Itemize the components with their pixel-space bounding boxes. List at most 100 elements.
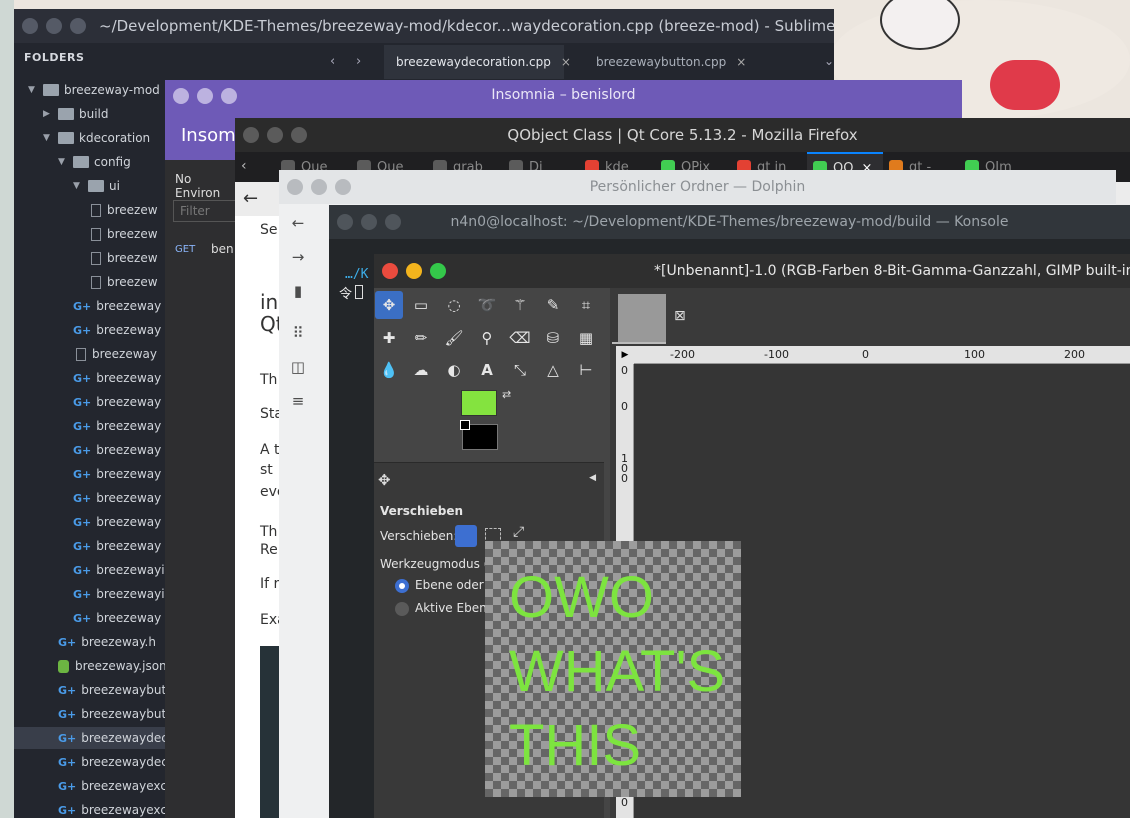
bucket-fill-icon[interactable]: ⛁ bbox=[539, 324, 567, 352]
measure-icon[interactable]: △ bbox=[539, 356, 567, 384]
tree-item[interactable]: ▼ config bbox=[14, 151, 167, 173]
dolphin-titlebar[interactable]: Persönlicher Ordner — Dolphin bbox=[279, 170, 1116, 204]
paths-icon[interactable]: ⤡ bbox=[506, 356, 534, 384]
tree-item[interactable]: breezeway.json bbox=[14, 655, 167, 677]
bookmark-icon[interactable]: ▮ bbox=[289, 282, 307, 300]
close-icon[interactable]: × bbox=[561, 55, 571, 69]
tree-item[interactable]: G+ breezewaybut bbox=[14, 703, 167, 725]
align-icon[interactable]: ⊢ bbox=[572, 356, 600, 384]
tree-item[interactable]: breezew bbox=[14, 223, 167, 245]
filter-input[interactable]: Filter bbox=[173, 200, 243, 222]
default-colors-icon[interactable] bbox=[460, 420, 470, 430]
tree-item[interactable]: breezeway bbox=[14, 343, 167, 365]
expanded-arrow-icon[interactable]: ▼ bbox=[43, 133, 55, 143]
ellipse-select-icon[interactable]: ◌ bbox=[440, 291, 468, 319]
konsole-titlebar[interactable]: n4n0@localhost: ~/Development/KDE-Themes… bbox=[329, 205, 1130, 239]
expanded-arrow-icon[interactable]: ▼ bbox=[58, 157, 70, 167]
expanded-arrow-icon[interactable]: ▼ bbox=[28, 85, 40, 95]
clone-icon[interactable]: ⚲ bbox=[473, 324, 501, 352]
tree-item[interactable]: G+ breezewayexc bbox=[14, 799, 167, 818]
insomnia-titlebar[interactable]: Insomnia – benislord bbox=[165, 80, 962, 111]
maximize-button[interactable] bbox=[70, 18, 86, 34]
move-tool-icon[interactable]: ✥ bbox=[375, 291, 403, 319]
text-tool-icon[interactable]: A bbox=[473, 356, 501, 384]
close-icon[interactable]: × bbox=[736, 55, 746, 69]
tree-item[interactable]: G+ breezeway bbox=[14, 295, 167, 317]
move-tool-tab-icon[interactable]: ✥ bbox=[378, 471, 400, 493]
tree-item[interactable]: ▶ build bbox=[14, 103, 167, 125]
tree-item[interactable]: breezew bbox=[14, 271, 167, 293]
gimp-titlebar[interactable]: *[Unbenannt]-1.0 (RGB-Farben 8-Bit-Gamma… bbox=[374, 254, 1130, 288]
minimize-button[interactable] bbox=[406, 263, 422, 279]
collapsed-arrow-icon[interactable]: ▶ bbox=[43, 109, 55, 119]
tree-item[interactable]: G+ breezeway bbox=[14, 391, 167, 413]
icons-view-icon[interactable]: ⠿ bbox=[289, 324, 307, 342]
tree-item[interactable]: ▼ ui bbox=[14, 175, 167, 197]
tab-breezewaydecoration[interactable]: breezewaydecoration.cpp × bbox=[384, 45, 571, 79]
tab-right-arrow-icon[interactable]: › bbox=[356, 54, 361, 69]
image-canvas[interactable]: OWO WHAT'S THIS bbox=[485, 541, 741, 797]
tree-item[interactable]: ▼ breezeway-mod bbox=[14, 79, 167, 101]
pattern-icon[interactable]: ▦ bbox=[572, 324, 600, 352]
heal-icon[interactable]: ✚ bbox=[375, 324, 403, 352]
request-item[interactable]: ben bbox=[211, 242, 234, 256]
forward-arrow-icon[interactable]: → bbox=[289, 248, 307, 266]
compact-view-icon[interactable]: ◫ bbox=[289, 358, 307, 376]
tree-item[interactable]: G+ breezeway bbox=[14, 367, 167, 389]
tab-breezewaybutton[interactable]: breezewaybutton.cpp × bbox=[584, 45, 764, 79]
tree-item[interactable]: G+ breezeway bbox=[14, 535, 167, 557]
back-arrow-icon[interactable]: ← bbox=[289, 214, 307, 232]
eraser-icon[interactable]: ⌫ bbox=[506, 324, 534, 352]
tree-item[interactable]: G+ breezeway bbox=[14, 463, 167, 485]
tree-item[interactable]: G+ breezewayexc bbox=[14, 775, 167, 797]
tree-item[interactable]: G+ breezewayi bbox=[14, 559, 167, 581]
close-button[interactable] bbox=[22, 18, 38, 34]
quickmask-icon[interactable]: ▶ bbox=[616, 346, 634, 364]
swap-colors-icon[interactable]: ⇄ bbox=[502, 388, 511, 401]
dodge-icon[interactable]: ◐ bbox=[440, 356, 468, 384]
horizontal-ruler[interactable]: -200 -100 0 100 200 bbox=[634, 346, 1130, 364]
radio-pick-layer[interactable] bbox=[395, 579, 409, 593]
environment-selector[interactable]: No Environ bbox=[175, 172, 240, 200]
tree-item[interactable]: G+ breezewaybut bbox=[14, 679, 167, 701]
tab-left-arrow-icon[interactable]: ‹ bbox=[330, 54, 335, 69]
pencil-icon[interactable]: ✏ bbox=[407, 324, 435, 352]
close-button[interactable] bbox=[382, 263, 398, 279]
tree-item[interactable]: G+ breezeway bbox=[14, 487, 167, 509]
color-picker-icon[interactable]: ✎ bbox=[539, 291, 567, 319]
panel-menu-icon[interactable]: ◀ bbox=[589, 473, 596, 483]
rect-select-icon[interactable]: ▭ bbox=[407, 291, 435, 319]
firefox-titlebar[interactable]: QObject Class | Qt Core 5.13.2 - Mozilla… bbox=[235, 118, 1130, 152]
sublime-titlebar[interactable]: ~/Development/KDE-Themes/breezeway-mod/k… bbox=[14, 9, 834, 43]
image-thumbnail-tab[interactable] bbox=[612, 288, 666, 344]
lasso-icon[interactable]: ➰ bbox=[473, 291, 501, 319]
tree-item[interactable]: G+ breezewaydec bbox=[14, 751, 167, 773]
move-layer-toggle[interactable] bbox=[455, 525, 477, 547]
tree-item[interactable]: G+ breezeway.h bbox=[14, 631, 167, 653]
tree-item[interactable]: G+ breezeway bbox=[14, 319, 167, 341]
details-view-icon[interactable]: ≡ bbox=[289, 392, 307, 410]
tree-item[interactable]: G+ breezeway bbox=[14, 415, 167, 437]
tree-item[interactable]: G+ breezeway bbox=[14, 439, 167, 461]
smudge-icon[interactable]: ☁ bbox=[407, 356, 435, 384]
brush-icon[interactable]: 🖌 bbox=[440, 324, 468, 352]
expanded-arrow-icon[interactable]: ▼ bbox=[73, 181, 85, 191]
close-image-icon[interactable]: ⊠ bbox=[674, 308, 686, 324]
tree-item[interactable]: ▼ kdecoration bbox=[14, 127, 167, 149]
back-arrow-icon[interactable]: ← bbox=[243, 188, 258, 209]
tab-scroll-left-icon[interactable]: ‹ bbox=[241, 158, 247, 174]
tree-item[interactable]: breezew bbox=[14, 247, 167, 269]
tree-item[interactable]: G+ breezeway bbox=[14, 607, 167, 629]
move-path-toggle[interactable]: ⤢ bbox=[513, 524, 524, 540]
fuzzy-select-icon[interactable]: ⚚ bbox=[506, 291, 534, 319]
radio-active-layer[interactable] bbox=[395, 602, 409, 616]
tree-item[interactable]: breezew bbox=[14, 199, 167, 221]
chevron-down-icon[interactable]: ⌄ bbox=[824, 54, 834, 68]
tree-item[interactable]: G+ breezewaydec bbox=[14, 727, 167, 749]
tree-item[interactable]: G+ breezewayi bbox=[14, 583, 167, 605]
crop-icon[interactable]: ⌗ bbox=[572, 291, 600, 319]
foreground-color-swatch[interactable] bbox=[461, 390, 497, 416]
maximize-button[interactable] bbox=[430, 263, 446, 279]
blur-icon[interactable]: 💧 bbox=[375, 356, 403, 384]
minimize-button[interactable] bbox=[46, 18, 62, 34]
